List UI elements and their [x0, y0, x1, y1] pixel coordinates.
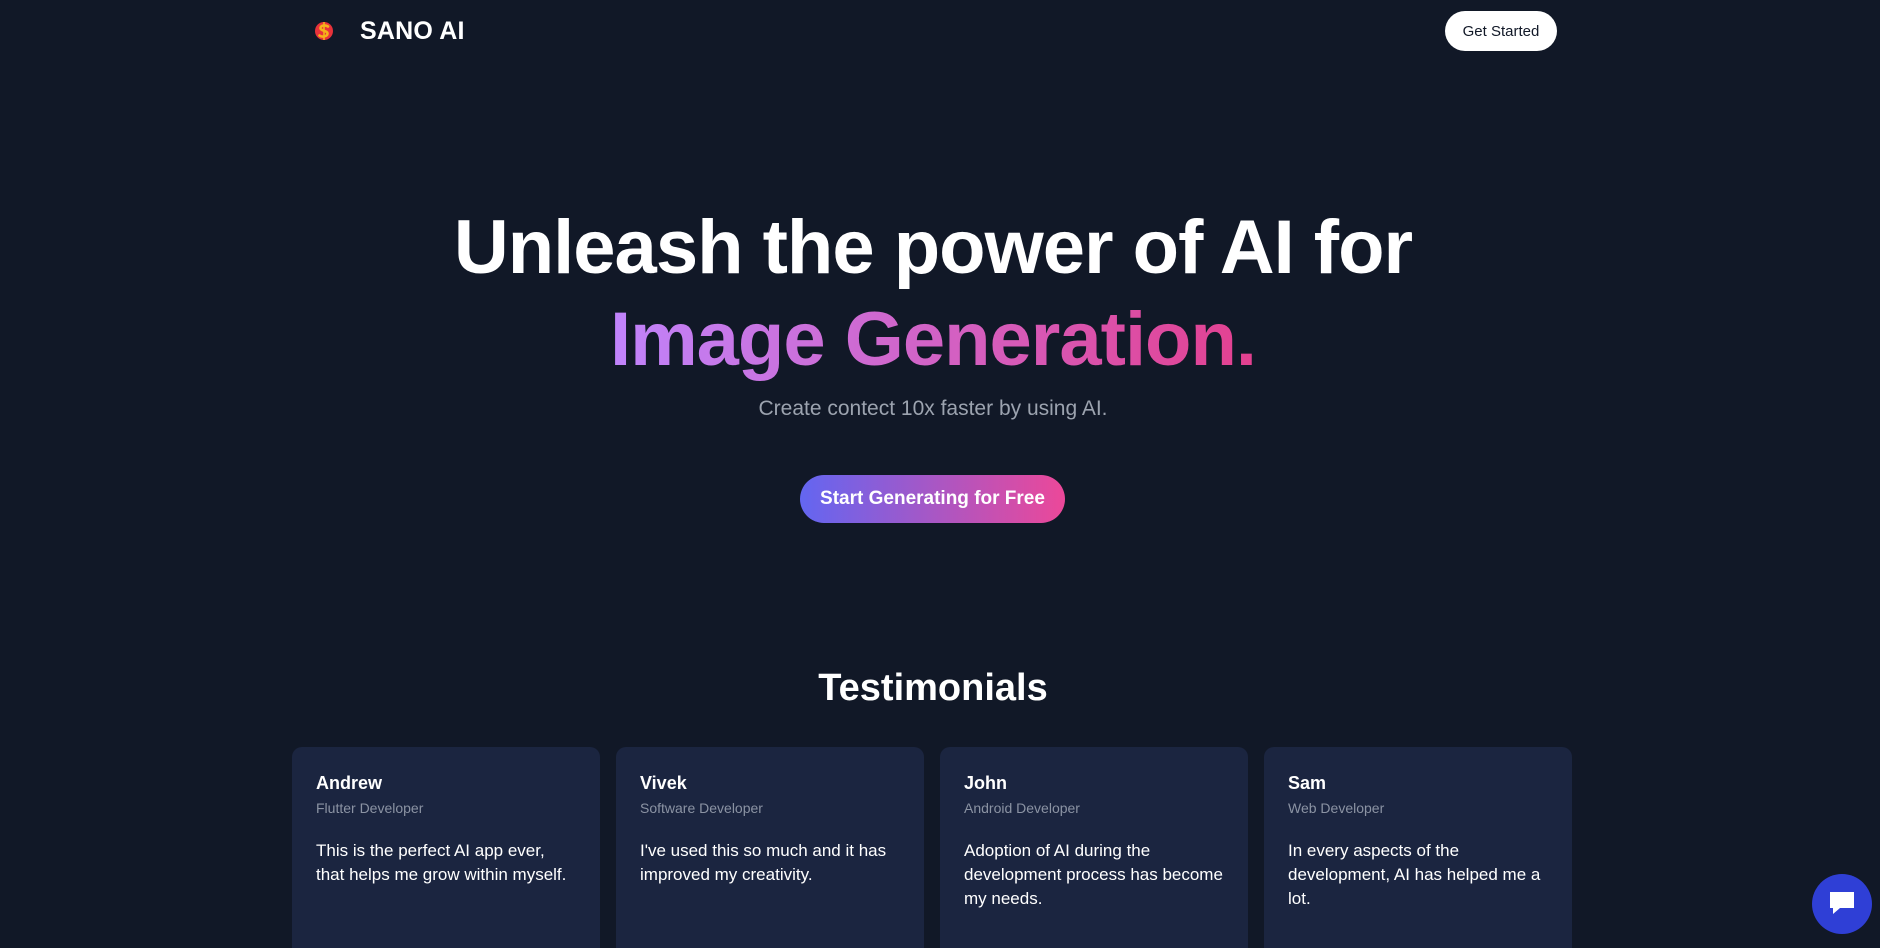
testimonial-quote: This is the perfect AI app ever, that he…: [316, 841, 567, 884]
hero-title-gradient-text: Image Generation.: [609, 297, 1257, 382]
testimonial-card: Vivek Software Developer I've used this …: [616, 747, 924, 948]
testimonial-role: Flutter Developer: [316, 800, 424, 816]
testimonials-title: Testimonials: [818, 667, 1048, 709]
testimonial-quote: In every aspects of the development, AI …: [1288, 841, 1541, 908]
testimonial-name: Vivek: [640, 773, 687, 793]
get-started-button[interactable]: Get Started: [1445, 11, 1557, 51]
hero-subtitle: Create contect 10x faster by using AI.: [758, 397, 1108, 420]
chat-button[interactable]: [1812, 874, 1872, 934]
testimonial-card: Sam Web Developer In every aspects of th…: [1264, 747, 1572, 948]
testimonial-quote: Adoption of AI during the development pr…: [964, 841, 1223, 908]
hero-title: Unleash the power of AI for: [453, 205, 1413, 290]
testimonial-role: Software Developer: [640, 800, 763, 816]
testimonial-role: Android Developer: [964, 800, 1080, 816]
top-nav: SANO AI Get Started: [0, 0, 1880, 62]
brand-name: SANO AI: [360, 16, 465, 45]
chat-icon: [1827, 889, 1857, 920]
landing-page: SANO AI Get Started Unleash the power of…: [0, 0, 1880, 948]
testimonial-name: Andrew: [316, 773, 383, 793]
testimonial-name: Sam: [1288, 773, 1327, 793]
testimonial-card: John Android Developer Adoption of AI du…: [940, 747, 1248, 948]
testimonial-cards: Andrew Flutter Developer This is the per…: [292, 747, 1574, 948]
brand[interactable]: SANO AI: [310, 12, 465, 50]
testimonial-quote: I've used this so much and it has improv…: [640, 841, 887, 884]
testimonial-name: John: [964, 773, 1007, 793]
testimonial-card: Andrew Flutter Developer This is the per…: [292, 747, 600, 948]
sano-logo-icon: [310, 17, 338, 45]
testimonial-role: Web Developer: [1288, 800, 1385, 816]
start-generating-button[interactable]: Start Generating for Free: [800, 475, 1065, 523]
hero-title-highlight: Image Generation.: [0, 292, 1866, 388]
